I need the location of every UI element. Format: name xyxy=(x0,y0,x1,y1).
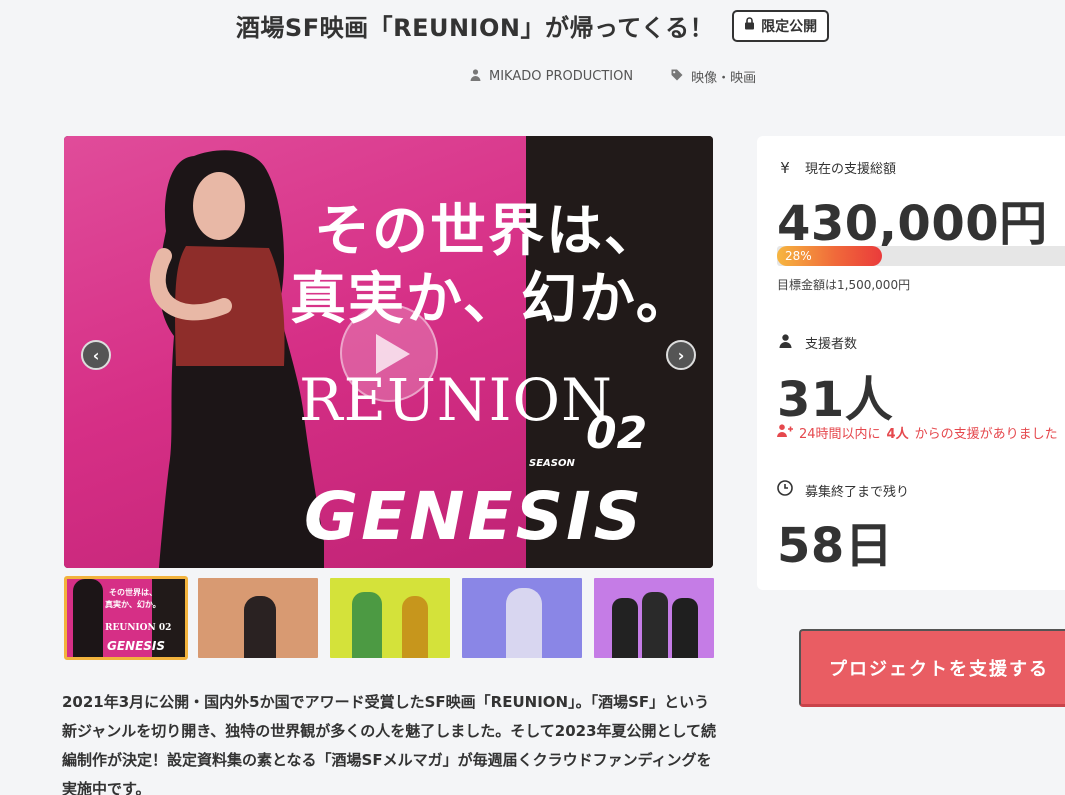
chevron-left-icon: ‹ xyxy=(92,345,100,365)
thumb-caption-2: 真実か、幻か。 xyxy=(105,600,161,609)
thumb-figure xyxy=(244,596,276,658)
remaining-days: 58日 xyxy=(777,518,894,574)
main-visual-slider[interactable]: その世界は、 真実か、幻か。 REUNION SEASON 02 GENESIS… xyxy=(64,136,713,568)
support-project-button[interactable]: プロジェクトを支援する xyxy=(799,629,1065,707)
title-row: 酒場SF映画「REUNION」が帰ってくる！ 限定公開 xyxy=(0,8,1065,43)
yen-icon: ¥ xyxy=(780,158,790,177)
thumbnail-5[interactable] xyxy=(592,576,716,660)
season-label: SEASON xyxy=(529,458,575,469)
recent-support-note: 24時間以内に 4人 からの支援がありました xyxy=(777,423,1058,442)
thumbnail-1[interactable]: その世界は、 真実か、幻か。 REUNION 02 GENESIS xyxy=(64,576,188,660)
progress-fill: 28% xyxy=(777,246,882,266)
tag-icon xyxy=(671,69,683,84)
actress-figure xyxy=(149,150,324,568)
project-meta: MIKADO PRODUCTION 映像・映画 xyxy=(470,67,756,86)
recent-count: 4人 xyxy=(886,427,909,442)
users-icon xyxy=(777,424,793,441)
thumbnail-3[interactable] xyxy=(328,576,452,660)
thumbnail-4[interactable] xyxy=(460,576,584,660)
limited-public-badge: 限定公開 xyxy=(732,9,830,42)
supporters-label: 支援者数 xyxy=(805,337,858,352)
category-link[interactable]: 映像・映画 xyxy=(671,67,756,86)
thumbnail-2[interactable] xyxy=(196,576,320,660)
goal-amount: 目標金額は1,500,000円 xyxy=(777,278,911,292)
limited-public-label: 限定公開 xyxy=(761,18,818,35)
thumb-figure xyxy=(642,592,668,658)
thumb-figure xyxy=(506,588,542,658)
total-label: 現在の支援総額 xyxy=(805,162,897,177)
thumb-figure xyxy=(612,598,638,658)
supporters-label-row: 支援者数 xyxy=(777,333,857,352)
thumb-caption-4: GENESIS xyxy=(107,639,166,653)
recent-prefix: 24時間以内に xyxy=(799,427,881,442)
thumbnail-strip: その世界は、 真実か、幻か。 REUNION 02 GENESIS xyxy=(64,576,716,660)
owner-name: MIKADO PRODUCTION xyxy=(489,69,634,84)
thumb-caption-1: その世界は、 xyxy=(109,588,157,597)
genesis-logo: GENESIS xyxy=(304,478,645,555)
stats-card: ¥ 現在の支援総額 430,000円 28% 目標金額は1,500,000円 支… xyxy=(757,136,1065,590)
thumb-figure xyxy=(402,596,428,658)
thumb-caption-3: REUNION 02 xyxy=(105,623,172,633)
total-amount: 430,000円 xyxy=(777,196,1048,252)
thumb-figure xyxy=(672,598,698,658)
thumb-figure xyxy=(73,579,103,657)
total-label-row: ¥ 現在の支援総額 xyxy=(777,158,897,178)
owner-link[interactable]: MIKADO PRODUCTION xyxy=(470,67,633,86)
video-play-button[interactable] xyxy=(340,304,438,402)
chevron-right-icon: › xyxy=(677,345,685,365)
play-icon xyxy=(376,334,410,374)
slider-prev-button[interactable]: ‹ xyxy=(81,340,111,370)
remaining-label: 募集終了まで残り xyxy=(805,484,910,500)
supporters-count: 31人 xyxy=(777,372,894,428)
progress-bar: 28% xyxy=(777,246,1065,266)
category-name: 映像・映画 xyxy=(691,71,757,86)
season-number: 02 xyxy=(586,408,648,459)
lock-icon xyxy=(744,17,755,34)
recent-suffix: からの支援がありました xyxy=(914,427,1058,442)
remaining-label-row: 募集終了まで残り xyxy=(777,480,909,500)
project-title: 酒場SF映画「REUNION」が帰ってくる！ xyxy=(235,14,715,42)
project-description: 2021年3月に公開・国内外5か国でアワード受賞したSF映画「REUNION」。… xyxy=(62,693,717,795)
slider-next-button[interactable]: › xyxy=(666,340,696,370)
user-icon xyxy=(777,333,793,352)
clock-icon xyxy=(777,480,793,500)
user-icon xyxy=(470,69,481,84)
thumb-figure xyxy=(352,592,382,658)
